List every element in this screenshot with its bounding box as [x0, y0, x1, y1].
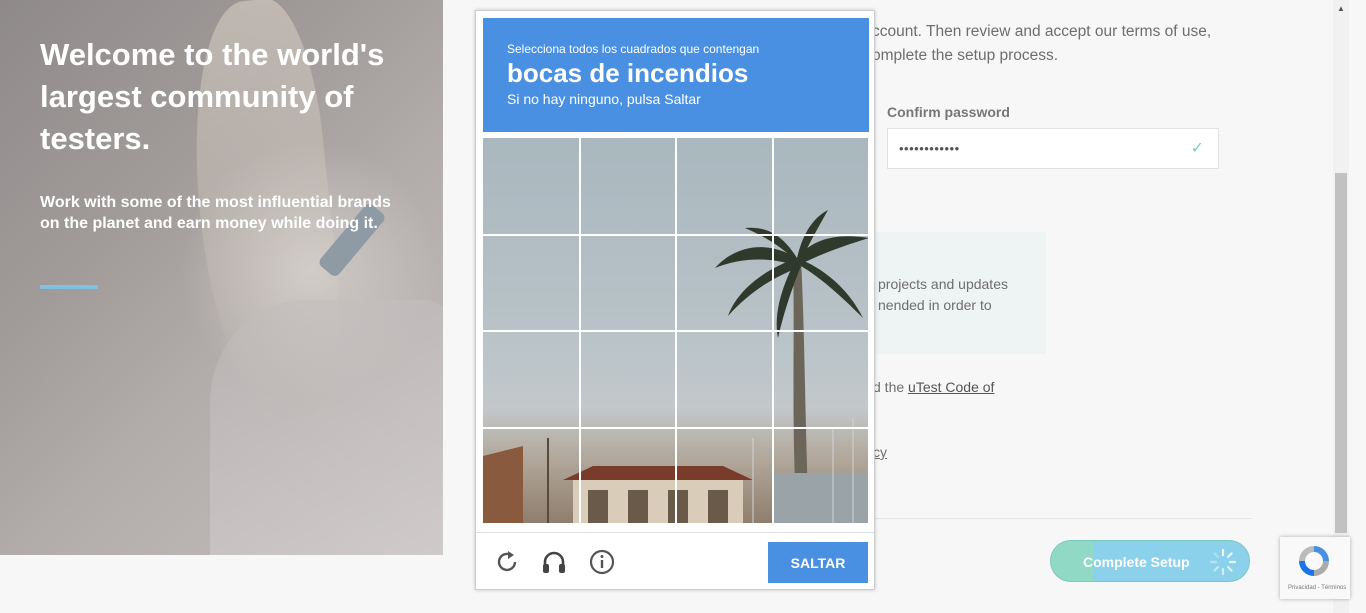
- page-scrollbar[interactable]: ▲: [1333, 0, 1349, 613]
- scroll-up-icon[interactable]: ▲: [1337, 4, 1345, 13]
- form-intro-text: ccount. Then review and accept our terms…: [872, 20, 1211, 68]
- captcha-challenge: Selecciona todos los cuadrados que conte…: [475, 10, 875, 590]
- agree-text: d the uTest Code of: [873, 379, 994, 395]
- form-intro-line1: ccount. Then review and accept our terms…: [872, 23, 1212, 40]
- captcha-hint: Si no hay ninguno, pulsa Saltar: [507, 91, 701, 107]
- hero-photo-sleeve: [210, 300, 443, 555]
- captcha-instruction: Selecciona todos los cuadrados que conte…: [507, 42, 760, 56]
- confirm-password-input[interactable]: •••••••••••• ✓: [887, 128, 1219, 169]
- hero-title: Welcome to the world's largest community…: [40, 37, 385, 156]
- recaptcha-badge[interactable]: Privacidad - Términos: [1280, 537, 1350, 599]
- code-of-conduct-link[interactable]: uTest Code of: [908, 379, 994, 395]
- recaptcha-logo-icon: [1299, 546, 1329, 576]
- check-icon: ✓: [1190, 140, 1204, 157]
- captcha-tile[interactable]: [579, 427, 677, 524]
- complete-setup-label: Complete Setup: [1083, 554, 1190, 570]
- captcha-tile[interactable]: [483, 331, 581, 429]
- hero-accent-line: [40, 285, 98, 289]
- captcha-tile[interactable]: [579, 331, 677, 429]
- form-intro-line2: omplete the setup process.: [872, 47, 1059, 64]
- hero-subtitle: Work with some of the most influential b…: [40, 194, 391, 232]
- captcha-tile[interactable]: [676, 331, 774, 429]
- captcha-tile[interactable]: [483, 234, 581, 332]
- captcha-header: Selecciona todos los cuadrados que conte…: [483, 18, 869, 132]
- captcha-tile[interactable]: [676, 234, 774, 332]
- captcha-tile[interactable]: [772, 234, 869, 332]
- headphones-icon[interactable]: [540, 548, 568, 576]
- captcha-tile[interactable]: [483, 427, 581, 524]
- captcha-target: bocas de incendios: [507, 58, 749, 88]
- info-line1: projects and updates: [878, 276, 1008, 292]
- reload-icon[interactable]: [493, 548, 521, 576]
- captcha-tile[interactable]: [676, 427, 774, 524]
- captcha-tile[interactable]: [676, 138, 774, 236]
- skip-button[interactable]: SALTAR: [768, 542, 868, 583]
- confirm-password-value: ••••••••••••: [899, 141, 960, 156]
- privacy-policy-link[interactable]: cy: [873, 444, 887, 460]
- captcha-tile[interactable]: [772, 331, 869, 429]
- recaptcha-privacy-text[interactable]: Privacidad - Términos: [1288, 585, 1346, 591]
- captcha-tile[interactable]: [579, 138, 677, 236]
- captcha-image-grid: [483, 138, 869, 524]
- form-divider: [870, 518, 1252, 519]
- info-icon[interactable]: [588, 548, 616, 576]
- confirm-password-label: Confirm password: [887, 104, 1010, 120]
- captcha-tile[interactable]: [772, 138, 869, 236]
- scrollbar-thumb[interactable]: [1335, 173, 1347, 533]
- hero-panel: Welcome to the world's largest community…: [0, 0, 443, 555]
- captcha-tile[interactable]: [579, 234, 677, 332]
- info-line2: nended in order to: [878, 297, 992, 313]
- captcha-tile[interactable]: [772, 427, 869, 524]
- spinner-icon: [1209, 548, 1237, 576]
- captcha-footer-divider: [476, 532, 874, 533]
- captcha-tile[interactable]: [483, 138, 581, 236]
- complete-setup-button[interactable]: Complete Setup: [1050, 540, 1250, 582]
- agree-prefix: d the: [873, 379, 909, 395]
- info-text: projects and updates nended in order to: [878, 274, 1008, 316]
